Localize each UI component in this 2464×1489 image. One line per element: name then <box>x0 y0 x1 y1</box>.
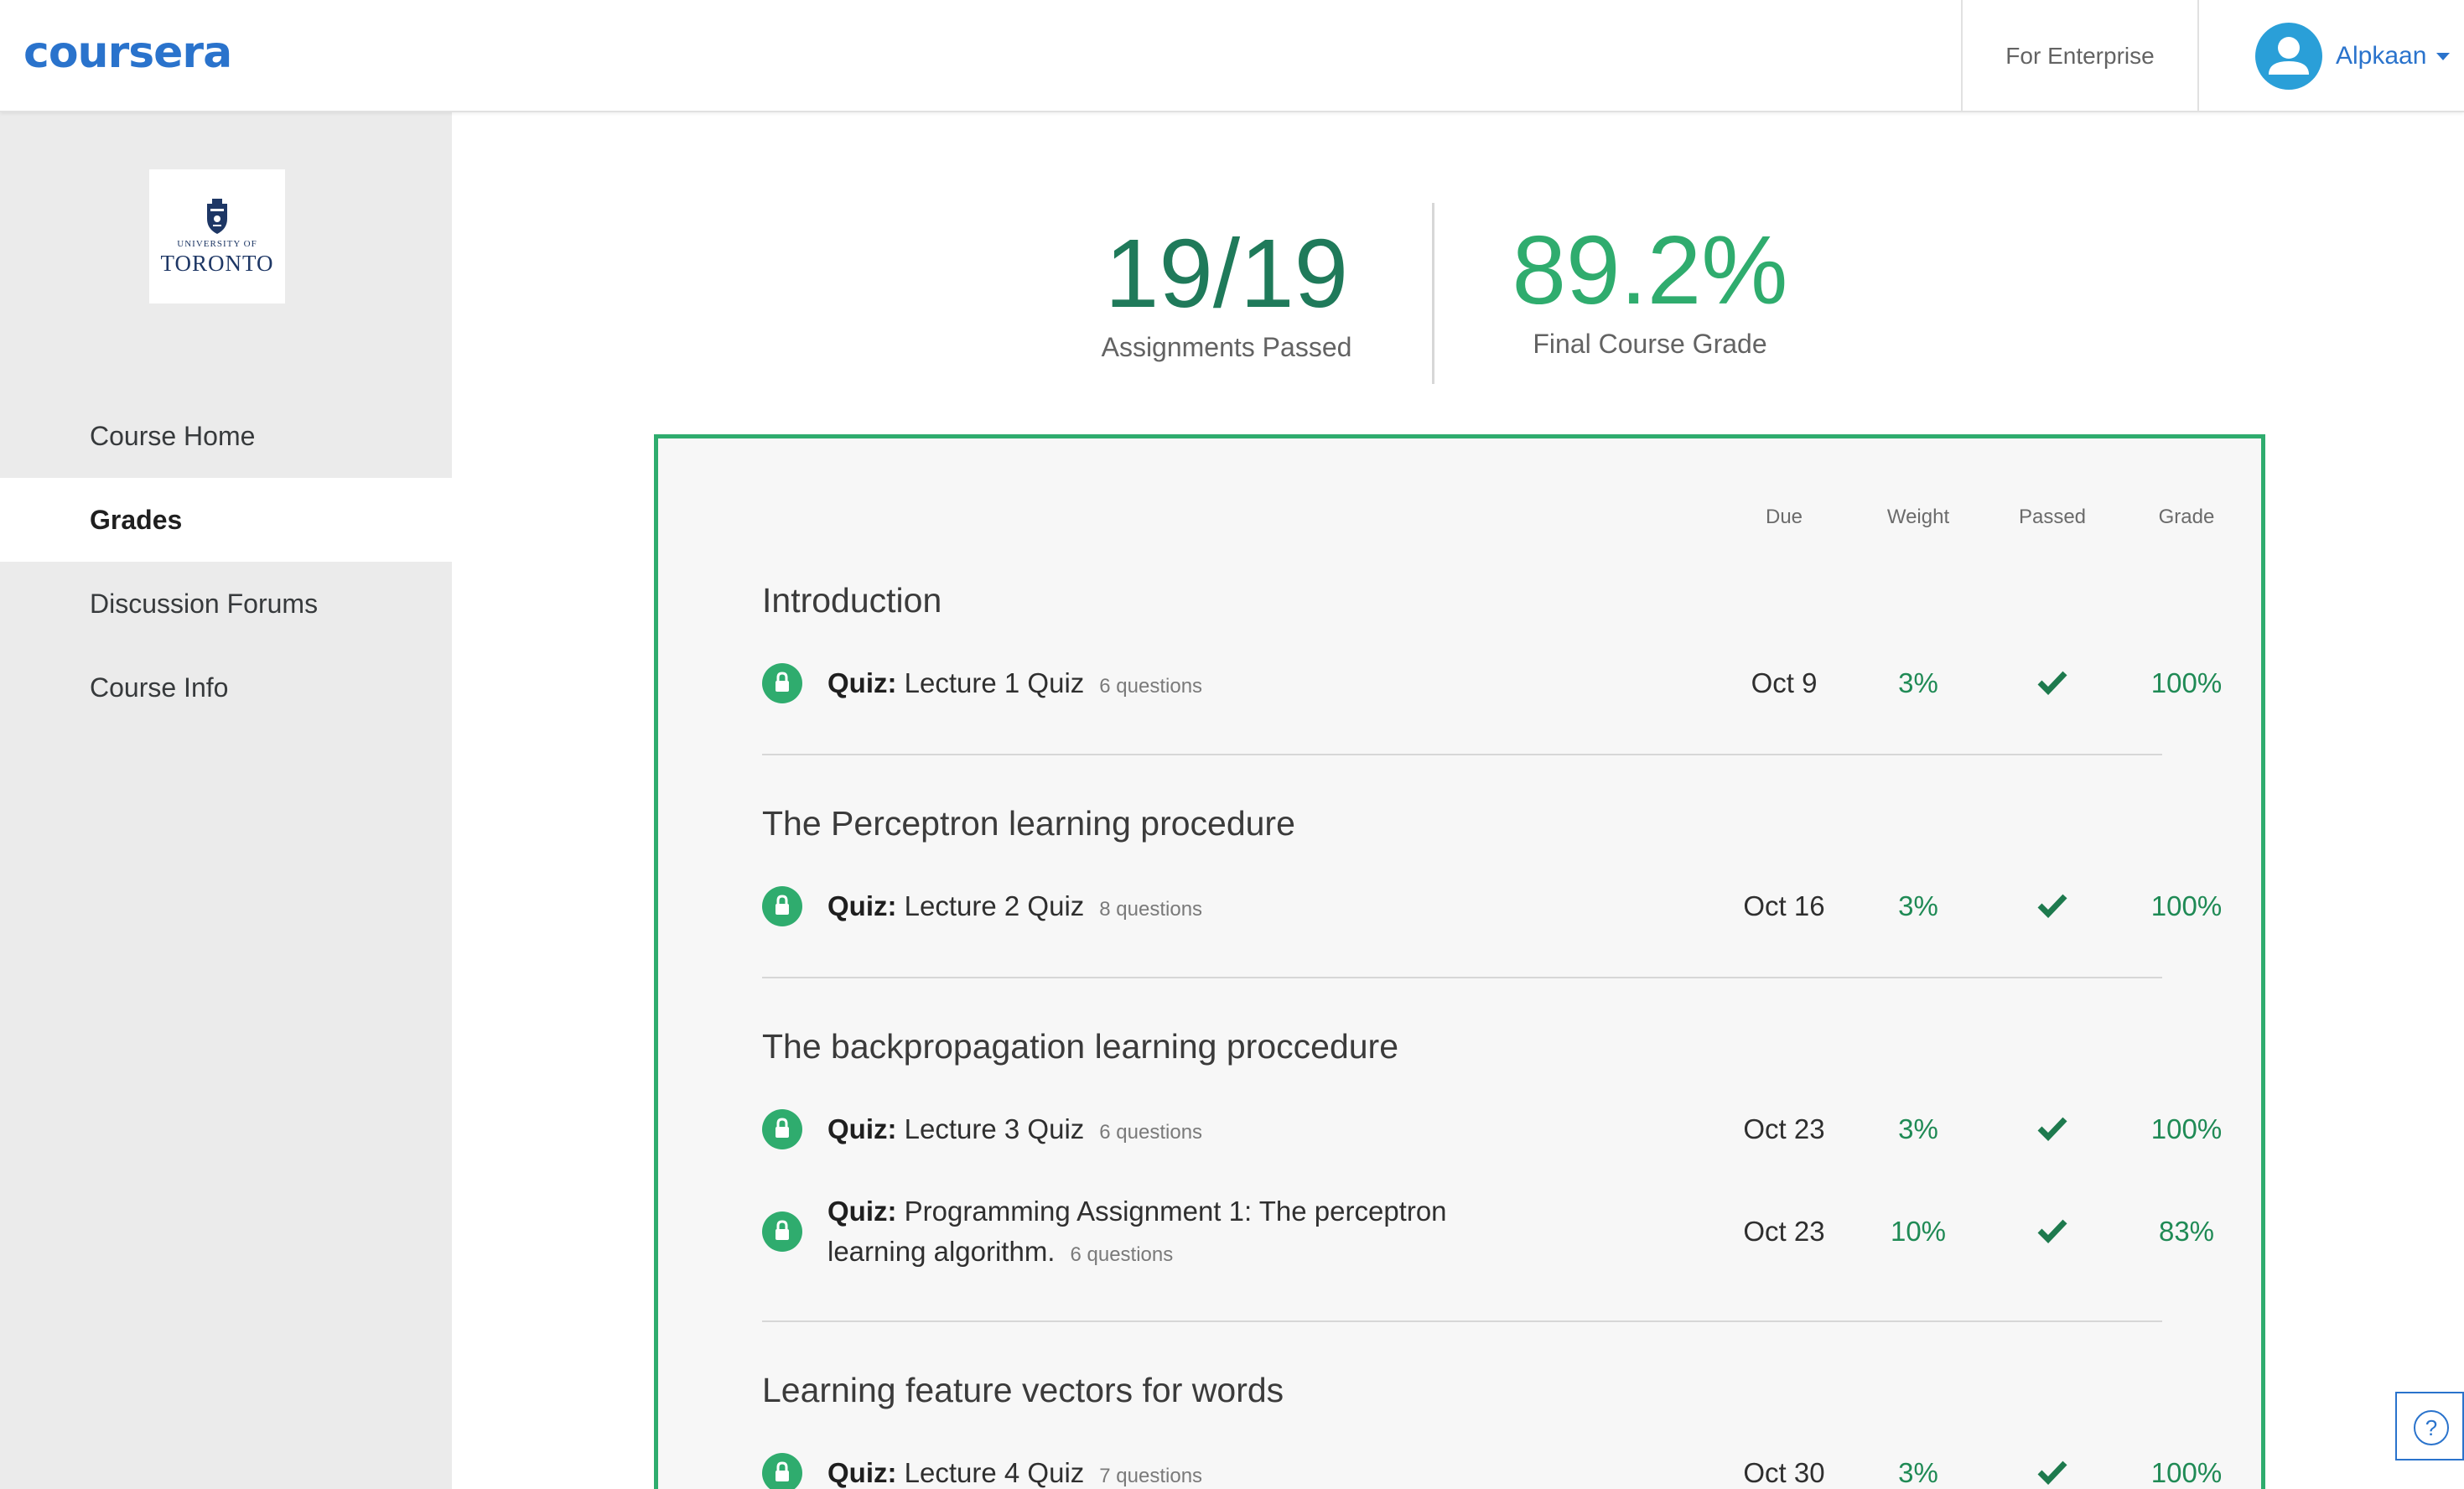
grade-value: 100% <box>2150 1113 2223 1144</box>
final-grade-value: 89.2% <box>1512 215 1788 324</box>
due-date: Oct 16 <box>1743 890 1825 921</box>
lock-icon <box>762 886 802 926</box>
weight-value: 3% <box>1898 890 1938 921</box>
help-button[interactable]: ? <box>2395 1392 2464 1460</box>
item-type: Quiz: <box>827 1196 897 1227</box>
chevron-down-icon[interactable] <box>2436 52 2451 60</box>
section-title: The backpropagation learning proccedure <box>762 1027 1399 1066</box>
top-navigation-bar: coursera For Enterprise Alpkaan <box>0 0 2464 112</box>
grades-table: Due Weight Passed Grade Introduction Qui… <box>654 434 2265 1489</box>
assignments-passed-stat: 19/19 Assignments Passed <box>1059 223 1394 363</box>
column-header-weight: Weight <box>1886 506 1950 528</box>
lock-icon <box>762 1109 802 1149</box>
assignment-link[interactable]: Quiz: Programming Assignment 1: The perc… <box>827 1191 1548 1275</box>
table-row[interactable]: Quiz: Lecture 3 Quiz 6 questions Oct 23 3… <box>762 1109 2222 1149</box>
passed-check-icon <box>1985 886 2119 926</box>
column-header-due: Due <box>1765 506 1803 528</box>
course-sidebar: UNIVERSITY OF TORONTO Course Home Grades… <box>0 112 452 1489</box>
section-title: Learning feature vectors for words <box>762 1371 1284 1409</box>
question-count: 8 questions <box>1099 898 1203 921</box>
assignment-link[interactable]: Quiz: Lecture 2 Quiz 8 questions <box>827 886 1548 930</box>
university-label-big: TORONTO <box>160 250 274 276</box>
passed-check-icon <box>1985 1109 2119 1149</box>
university-logo: UNIVERSITY OF TORONTO <box>149 169 285 304</box>
item-type: Quiz: <box>827 1457 897 1488</box>
weight-value: 3% <box>1898 1113 1938 1144</box>
user-menu[interactable]: Alpkaan <box>2255 22 2451 91</box>
help-icon: ? <box>2414 1410 2449 1445</box>
table-row[interactable]: Quiz: Programming Assignment 1: The perc… <box>762 1191 2214 1275</box>
crest-icon <box>207 198 227 234</box>
grade-value: 100% <box>2150 1457 2223 1488</box>
assignments-passed-label: Assignments Passed <box>1101 332 1352 362</box>
passed-check-icon <box>1985 1453 2119 1489</box>
table-row[interactable]: Quiz: Lecture 2 Quiz 8 questions Oct 16 3… <box>762 886 2222 926</box>
item-type: Quiz: <box>827 1113 897 1144</box>
university-label-small: UNIVERSITY OF <box>177 238 257 249</box>
assignment-link[interactable]: Quiz: Lecture 3 Quiz 6 questions <box>827 1109 1548 1153</box>
stat-divider <box>1432 203 1434 384</box>
user-avatar-icon[interactable] <box>2255 23 2322 90</box>
section-title: The Perceptron learning procedure <box>762 804 1295 843</box>
question-count: 7 questions <box>1099 1465 1203 1487</box>
grade-value: 100% <box>2150 667 2223 698</box>
column-header-passed: Passed <box>2018 506 2087 528</box>
grade-value: 100% <box>2150 890 2223 921</box>
sidebar-item-discussion-forums[interactable]: Discussion Forums <box>0 562 452 646</box>
table-row[interactable]: Quiz: Lecture 1 Quiz 6 questions Oct 9 3%… <box>762 663 2222 703</box>
item-title: Lecture 2 Quiz <box>904 890 1085 921</box>
sidebar-item-course-info[interactable]: Course Info <box>0 646 452 729</box>
sidebar-item-course-home[interactable]: Course Home <box>0 394 452 478</box>
lock-icon <box>762 1453 802 1489</box>
question-count: 6 questions <box>1070 1243 1174 1266</box>
section-divider <box>762 977 2162 978</box>
passed-check-icon <box>1985 663 2119 703</box>
grade-value: 83% <box>2158 1216 2215 1247</box>
lock-icon <box>762 1211 802 1252</box>
due-date: Oct 9 <box>1751 667 1818 698</box>
user-name[interactable]: Alpkaan <box>2336 42 2426 70</box>
column-header-grade: Grade <box>2158 506 2215 528</box>
passed-check-icon <box>1985 1211 2119 1252</box>
final-grade-stat: 89.2% Final Course Grade <box>1482 220 1818 360</box>
section-divider <box>762 1320 2162 1322</box>
section-divider <box>762 754 2162 755</box>
question-count: 6 questions <box>1099 1121 1203 1144</box>
weight-value: 3% <box>1898 667 1938 698</box>
section-title: Introduction <box>762 581 942 620</box>
sidebar-item-grades[interactable]: Grades <box>0 478 452 562</box>
item-title: Lecture 1 Quiz <box>904 667 1085 698</box>
weight-value: 10% <box>1890 1216 1947 1247</box>
due-date: Oct 23 <box>1743 1216 1825 1247</box>
table-row[interactable]: Quiz: Lecture 4 Quiz 7 questions Oct 30 3… <box>762 1453 2222 1489</box>
assignment-link[interactable]: Quiz: Lecture 1 Quiz 6 questions <box>827 663 1548 707</box>
question-count: 6 questions <box>1099 675 1203 698</box>
final-grade-label: Final Course Grade <box>1533 329 1767 359</box>
due-date: Oct 30 <box>1743 1457 1825 1488</box>
lock-icon <box>762 663 802 703</box>
item-type: Quiz: <box>827 890 897 921</box>
due-date: Oct 23 <box>1743 1113 1825 1144</box>
item-title: Lecture 4 Quiz <box>904 1457 1085 1488</box>
item-type: Quiz: <box>827 667 897 698</box>
for-enterprise-link[interactable]: For Enterprise <box>1961 0 2199 112</box>
item-title: Lecture 3 Quiz <box>904 1113 1085 1144</box>
assignment-link[interactable]: Quiz: Lecture 4 Quiz 7 questions <box>827 1453 1548 1489</box>
weight-value: 3% <box>1898 1457 1938 1488</box>
assignments-passed-value: 19/19 <box>1104 219 1349 328</box>
coursera-logo[interactable]: coursera <box>23 31 232 75</box>
